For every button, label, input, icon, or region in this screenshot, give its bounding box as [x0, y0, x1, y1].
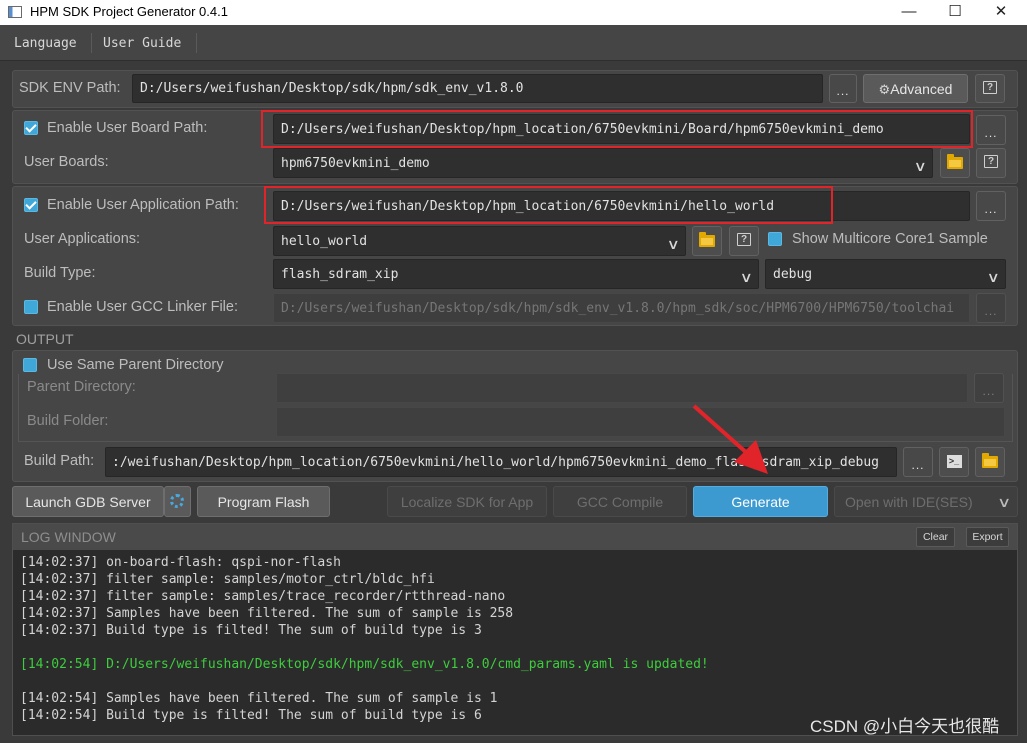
log-line: [14:02:54] Build type is filted! The sum…: [20, 708, 482, 723]
user-boards-select[interactable]: hpm6750evkmini_demo ∨: [273, 148, 933, 178]
user-boards-value: hpm6750evkmini_demo: [281, 156, 430, 171]
export-button[interactable]: Export: [966, 527, 1009, 547]
localize-sdk-button[interactable]: Localize SDK for App: [387, 486, 547, 517]
annotation-arrow: [692, 404, 768, 474]
build-path-label: Build Path:: [24, 453, 95, 469]
log-header: LOG WINDOW Clear Export: [13, 524, 1017, 550]
gcc-compile-button[interactable]: GCC Compile: [553, 486, 687, 517]
window-title: HPM SDK Project Generator 0.4.1: [30, 4, 228, 19]
linker-path-input[interactable]: D:/Users/weifushan/Desktop/sdk/hpm/sdk_e…: [273, 293, 970, 323]
folder-icon: [982, 453, 998, 468]
parent-browse-button[interactable]: ...: [974, 373, 1004, 403]
advanced-label: Advanced: [890, 81, 953, 97]
app-help-button[interactable]: ?: [729, 226, 759, 256]
program-flash-button[interactable]: Program Flash: [197, 486, 330, 517]
parent-directory-input[interactable]: [276, 373, 968, 403]
build-folder-label: Build Folder:: [27, 413, 109, 429]
enable-app-path-checkbox[interactable]: [24, 198, 38, 212]
chevron-down-icon: ∨: [666, 237, 679, 253]
chevron-down-icon: ∨: [739, 270, 752, 286]
app-folder-button[interactable]: [692, 226, 722, 256]
open-with-ide-button[interactable]: Open with IDE(SES) ∨: [834, 486, 1018, 517]
parent-directory-label: Parent Directory:: [27, 379, 136, 395]
open-with-ide-label: Open with IDE(SES): [845, 494, 973, 510]
log-line: [14:02:37] Build type is filted! The sum…: [20, 623, 482, 638]
gear-icon: [170, 494, 184, 508]
build-path-folder-button[interactable]: [975, 447, 1005, 477]
build-type-value: flash_sdram_xip: [281, 267, 399, 282]
maximize-button[interactable]: ☐: [932, 0, 978, 25]
user-boards-label: User Boards:: [24, 154, 109, 170]
launch-gdb-server-button[interactable]: Launch GDB Server: [12, 486, 164, 517]
close-button[interactable]: ✕: [978, 0, 1024, 25]
user-applications-label: User Applications:: [24, 231, 141, 247]
build-folder-input[interactable]: [276, 407, 1005, 437]
terminal-icon: >_: [946, 455, 962, 468]
build-mode-value: debug: [773, 267, 813, 282]
multicore-checkbox[interactable]: [768, 232, 782, 246]
app-icon: [8, 6, 22, 18]
enable-app-path-label: Enable User Application Path:: [47, 197, 239, 213]
build-type-select[interactable]: flash_sdram_xip ∨: [273, 259, 759, 289]
multicore-label: Show Multicore Core1 Sample: [792, 231, 988, 247]
menu-separator: [91, 33, 92, 53]
generate-button[interactable]: Generate: [693, 486, 828, 517]
log-line: [14:02:54] D:/Users/weifushan/Desktop/sd…: [20, 657, 709, 672]
sdk-browse-button[interactable]: ...: [829, 74, 857, 103]
board-browse-button[interactable]: ...: [976, 115, 1006, 145]
sdk-env-label: SDK ENV Path:: [19, 80, 121, 96]
build-path-browse-button[interactable]: ...: [903, 447, 933, 477]
log-line: [14:02:37] on-board-flash: qspi-nor-flas…: [20, 555, 341, 570]
sdk-env-path-input[interactable]: D:/Users/weifushan/Desktop/sdk/hpm/sdk_e…: [132, 74, 823, 103]
folder-icon: [947, 154, 963, 169]
enable-linker-label: Enable User GCC Linker File:: [47, 299, 238, 315]
user-applications-value: hello_world: [281, 234, 368, 249]
log-line: [14:02:37] filter sample: samples/motor_…: [20, 572, 435, 587]
chevron-down-icon: ∨: [913, 159, 926, 175]
terminal-button[interactable]: >_: [939, 447, 969, 477]
help-icon: ?: [984, 155, 998, 168]
build-type-label: Build Type:: [24, 265, 96, 281]
app-browse-button[interactable]: ...: [976, 191, 1006, 221]
build-mode-select[interactable]: debug ∨: [765, 259, 1006, 289]
gear-icon: ⚙: [878, 82, 891, 97]
help-icon: ?: [737, 233, 751, 246]
folder-icon: [699, 232, 715, 247]
gdb-settings-button[interactable]: [164, 486, 191, 517]
log-line: [14:02:37] filter sample: samples/trace_…: [20, 589, 506, 604]
enable-board-path-label: Enable User Board Path:: [47, 120, 208, 136]
help-icon: ?: [983, 81, 997, 94]
highlight-box: [261, 110, 973, 148]
menu-separator: [196, 33, 197, 53]
menu-user-guide[interactable]: User Guide: [103, 25, 181, 61]
highlight-box: [264, 186, 833, 224]
log-window: LOG WINDOW Clear Export [14:02:37] on-bo…: [12, 523, 1018, 736]
chevron-down-icon: ∨: [996, 494, 1012, 510]
board-help-button[interactable]: ?: [976, 148, 1006, 178]
watermark: CSDN @小白今天也很酷: [810, 717, 1000, 736]
enable-board-path-checkbox[interactable]: [24, 121, 38, 135]
arrow-shaft: [692, 404, 750, 456]
enable-linker-checkbox[interactable]: [24, 300, 38, 314]
user-applications-select[interactable]: hello_world ∨: [273, 226, 686, 256]
output-section-title: OUTPUT: [16, 331, 74, 347]
menu-language[interactable]: Language: [14, 25, 77, 61]
board-folder-button[interactable]: [940, 148, 970, 178]
linker-browse-button[interactable]: ...: [976, 293, 1006, 323]
minimize-button[interactable]: —: [886, 0, 932, 25]
log-line: [14:02:37] Samples have been filtered. T…: [20, 606, 514, 621]
title-bar: HPM SDK Project Generator 0.4.1 — ☐ ✕: [0, 0, 1027, 25]
clear-button[interactable]: Clear: [916, 527, 955, 547]
same-parent-checkbox[interactable]: [23, 358, 37, 372]
advanced-button[interactable]: ⚙Advanced: [863, 74, 968, 103]
same-parent-label: Use Same Parent Directory: [47, 357, 224, 373]
chevron-down-icon: ∨: [986, 270, 999, 286]
menu-bar: Language User Guide: [0, 25, 1027, 61]
log-title: LOG WINDOW: [21, 529, 116, 545]
log-line: [14:02:54] Samples have been filtered. T…: [20, 691, 498, 706]
sdk-help-button[interactable]: ?: [975, 74, 1005, 103]
